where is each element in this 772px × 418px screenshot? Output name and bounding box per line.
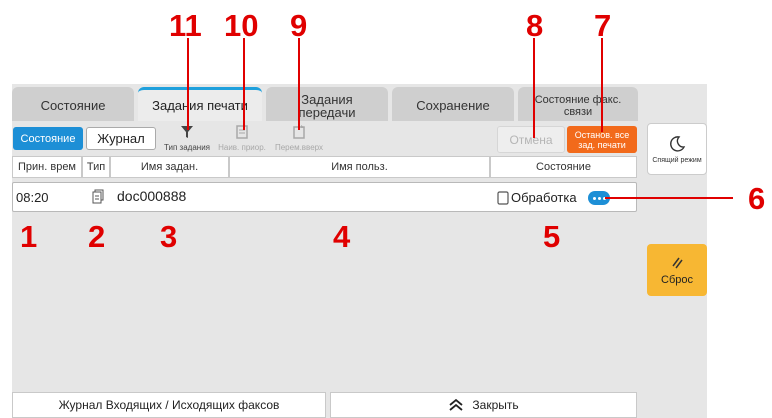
column-header-time-label: Прин. врем — [18, 161, 76, 173]
sleep-mode-label: Спящий режим — [652, 156, 702, 164]
job-time: 08:20 — [16, 190, 49, 205]
tab-storage-label: Сохранение — [416, 98, 490, 113]
callout-line-7 — [601, 38, 603, 132]
column-header-job-name-label: Имя задан. — [140, 161, 199, 173]
reset-icon — [672, 257, 683, 268]
move-up-label: Перем.вверх — [274, 143, 324, 152]
top-priority-label: Наив. приор. — [218, 143, 266, 152]
callout-number-5: 5 — [543, 219, 561, 254]
close-button[interactable]: Закрыть — [330, 392, 637, 418]
column-header-type[interactable]: Тип — [82, 156, 110, 178]
callout-number-9: 9 — [290, 8, 308, 43]
double-chevron-up-icon — [449, 398, 463, 411]
callout-number-7: 7 — [594, 8, 612, 43]
fax-log-label: Журнал Входящих / Исходящих факсов — [58, 398, 280, 412]
column-header-status-label: Состояние — [536, 161, 591, 173]
tab-send-jobs[interactable]: Задания передачи — [266, 87, 388, 121]
cancel-button[interactable]: Отмена — [497, 126, 565, 153]
tab-storage[interactable]: Сохранение — [392, 87, 514, 121]
column-header-job-name[interactable]: Имя задан. — [110, 156, 229, 178]
dot-icon — [592, 196, 596, 200]
tab-fax-status[interactable]: Состояние факс. связи — [518, 87, 638, 121]
callout-line-10 — [243, 38, 245, 130]
job-type-label: Тип задания — [163, 143, 210, 152]
log-button[interactable]: Журнал — [86, 127, 156, 150]
column-header-user-name[interactable]: Имя польз. — [229, 156, 490, 178]
status-button[interactable]: Состояние — [13, 127, 83, 150]
job-status: Обработка — [511, 190, 577, 205]
callout-line-6 — [605, 197, 733, 199]
priority-icon — [236, 125, 248, 139]
column-header-type-label: Тип — [86, 161, 106, 173]
callout-number-8: 8 — [526, 8, 544, 43]
callout-number-10: 10 — [224, 8, 259, 43]
sleep-mode-button[interactable]: Спящий режим — [647, 123, 707, 175]
top-priority-button[interactable]: Наив. приор. — [214, 124, 270, 152]
callout-line-11 — [187, 38, 189, 130]
callout-number-2: 2 — [88, 219, 106, 254]
close-label: Закрыть — [472, 398, 519, 412]
moon-icon — [670, 135, 686, 152]
fax-log-button[interactable]: Журнал Входящих / Исходящих факсов — [12, 392, 326, 418]
reset-button[interactable]: Сброс — [647, 244, 707, 296]
callout-number-3: 3 — [160, 219, 178, 254]
callout-line-9 — [298, 38, 300, 130]
status-button-label: Состояние — [20, 132, 76, 145]
callout-number-4: 4 — [333, 219, 351, 254]
column-header-status[interactable]: Состояние — [490, 156, 637, 178]
column-header-time[interactable]: Прин. врем — [12, 156, 82, 178]
tab-print-jobs-label: Задания печати — [152, 98, 248, 113]
status-checkbox-icon — [497, 191, 509, 205]
tab-status[interactable]: Состояние — [12, 87, 134, 121]
dot-icon — [597, 196, 601, 200]
log-button-label: Журнал — [97, 131, 145, 146]
document-icon — [92, 189, 104, 204]
callout-number-6: 6 — [748, 181, 766, 216]
reset-label: Сброс — [661, 273, 693, 286]
callout-line-8 — [533, 38, 535, 138]
cancel-button-label: Отмена — [509, 132, 553, 147]
tab-fax-status-label: Состояние факс. связи — [534, 93, 622, 118]
callout-number-11: 11 — [169, 8, 202, 43]
column-header-user-name-label: Имя польз. — [331, 161, 388, 173]
stop-all-label: Останов. все зад. печати — [574, 129, 630, 150]
tab-status-label: Состояние — [40, 98, 106, 113]
job-name: doc000888 — [117, 188, 187, 204]
callout-number-1: 1 — [20, 219, 38, 254]
